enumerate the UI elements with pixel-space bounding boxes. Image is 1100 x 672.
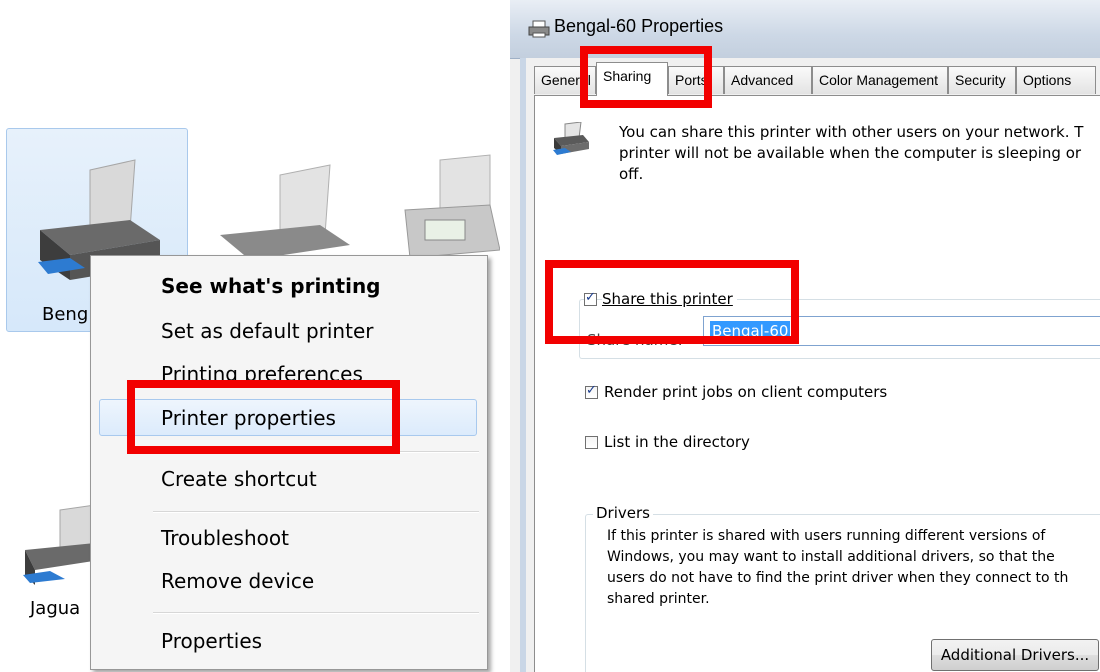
tab-options[interactable]: Options <box>1016 66 1096 94</box>
printer-icon[interactable] <box>200 150 350 260</box>
list-directory-label[interactable]: List in the directory <box>604 432 750 452</box>
tab-color-management[interactable]: Color Management <box>812 66 948 94</box>
printer-icon[interactable] <box>20 505 100 585</box>
context-menu: See what's printing Set as default print… <box>90 255 488 670</box>
menu-item-remove-device[interactable]: Remove device <box>161 569 314 593</box>
annotation-box-printer-properties <box>127 380 400 454</box>
menu-item-create-shortcut[interactable]: Create shortcut <box>161 467 317 491</box>
devices-and-printers-pane: Beng Jagua See what's printing Set as de… <box>0 0 500 672</box>
menu-item-properties[interactable]: Properties <box>161 629 262 653</box>
drivers-info-line-3: users do not have to find the print driv… <box>607 570 1069 586</box>
checkmark-icon: ✓ <box>586 383 597 398</box>
sharing-info-line-1: You can share this printer with other us… <box>619 123 1084 141</box>
menu-separator <box>153 511 479 513</box>
sharing-info-line-2: printer will not be available when the c… <box>619 144 1082 162</box>
drivers-info-line-1: If this printer is shared with users run… <box>607 528 1046 544</box>
drivers-group-title: Drivers <box>593 504 653 522</box>
tab-advanced[interactable]: Advanced <box>724 66 812 94</box>
render-jobs-checkbox[interactable]: ✓ <box>585 383 598 399</box>
menu-item-set-default-printer[interactable]: Set as default printer <box>161 319 373 343</box>
sharing-info-line-3: off. <box>619 165 644 183</box>
device-label: Jagua <box>30 598 81 619</box>
fax-icon[interactable] <box>400 150 500 260</box>
annotation-box-share-printer <box>545 260 799 344</box>
device-label: Beng <box>42 304 89 325</box>
tab-security[interactable]: Security <box>948 66 1016 94</box>
drivers-info-line-2: Windows, you may want to install additio… <box>607 549 1055 565</box>
additional-drivers-button[interactable]: Additional Drivers... <box>931 639 1099 671</box>
annotation-box-sharing-tab <box>580 46 712 108</box>
list-directory-checkbox[interactable] <box>585 436 598 449</box>
drivers-info-line-4: shared printer. <box>607 591 710 607</box>
render-jobs-label[interactable]: Render print jobs on client computers <box>604 382 887 402</box>
menu-item-troubleshoot[interactable]: Troubleshoot <box>161 526 289 550</box>
menu-separator <box>153 612 479 614</box>
printer-icon <box>528 20 550 38</box>
shared-printer-icon <box>553 122 589 155</box>
printer-properties-dialog: Bengal-60 Properties General Sharing Por… <box>510 0 1100 672</box>
sharing-tab-page: You can share this printer with other us… <box>534 95 1100 672</box>
dialog-title: Bengal-60 Properties <box>554 16 724 36</box>
menu-item-see-whats-printing[interactable]: See what's printing <box>161 274 381 298</box>
